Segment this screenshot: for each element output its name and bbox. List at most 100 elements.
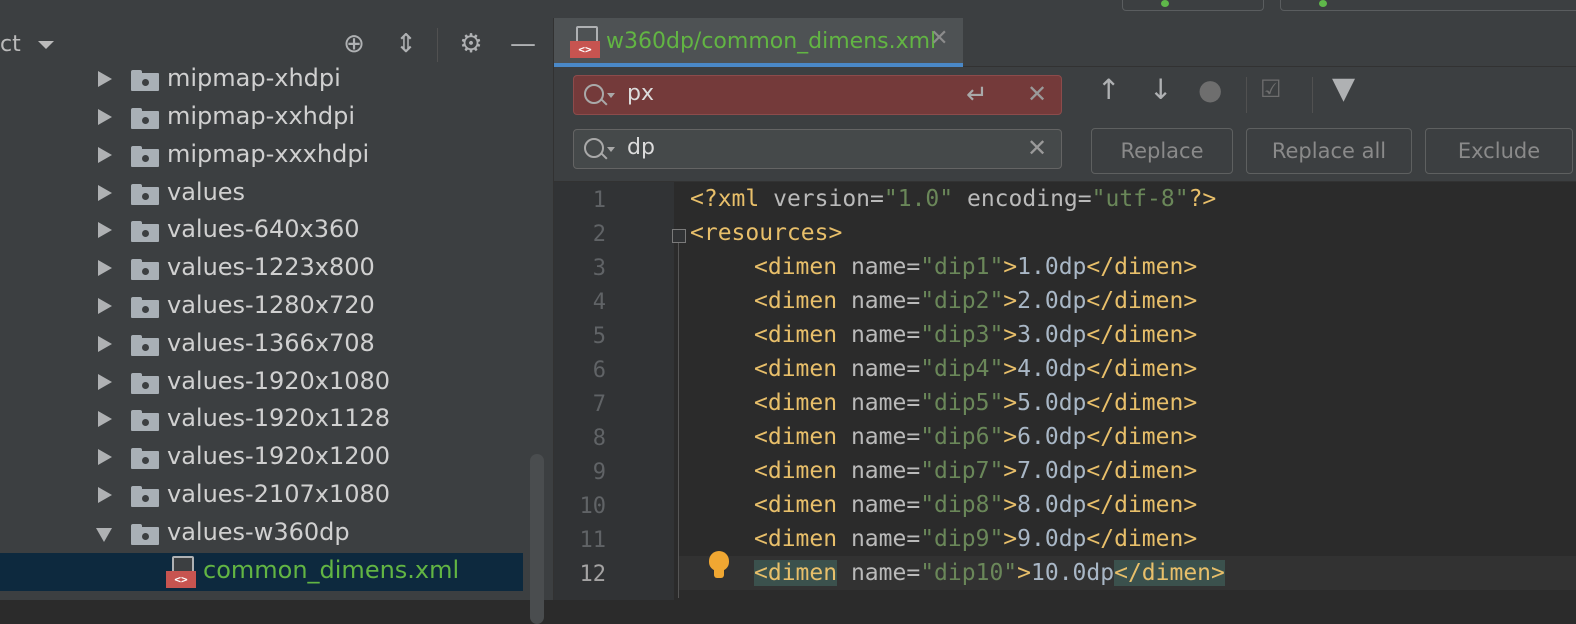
toolbar-run-config[interactable] [1122, 0, 1264, 11]
code-line[interactable]: <dimen name="dip1">1.0dp</dimen> [754, 254, 1197, 280]
search-value: px [627, 81, 654, 106]
code-line[interactable]: <?xml version="1.0" encoding="utf-8"?> [690, 186, 1216, 212]
expand-arrow-icon[interactable] [98, 185, 112, 201]
tree-folder-values-1920x1128[interactable]: values-1920x1128 [0, 401, 523, 439]
replace-button[interactable]: Replace [1091, 128, 1233, 174]
findbar-separator [1312, 77, 1313, 113]
clear-replace-icon[interactable]: ✕ [1027, 134, 1047, 162]
select-all-occurrences-icon[interactable]: ● [1198, 73, 1222, 106]
search-input[interactable]: px ↵ ✕ [573, 75, 1062, 115]
gear-icon[interactable]: ⚙ [455, 28, 487, 60]
line-number: 5 [592, 324, 606, 349]
tree-folder-values[interactable]: values [0, 175, 523, 213]
tree-folder-values-1920x1080[interactable]: values-1920x1080 [0, 364, 523, 402]
toolbar-device-selector[interactable] [1280, 0, 1576, 11]
replace-value: dp [627, 135, 655, 160]
tree-item-label: values [167, 178, 246, 206]
tree-folder-values-w360dp[interactable]: values-w360dp [0, 515, 523, 553]
expand-arrow-icon[interactable] [98, 109, 112, 125]
folder-icon [131, 448, 159, 469]
tree-folder-values-1280x720[interactable]: values-1280x720 [0, 288, 523, 326]
code-line[interactable]: <dimen name="dip4">4.0dp</dimen> [754, 356, 1197, 382]
tree-scrollbar[interactable] [530, 454, 544, 624]
code-line[interactable]: <resources> [690, 220, 842, 246]
expand-arrow-icon[interactable] [98, 147, 112, 163]
expand-arrow-icon[interactable] [98, 71, 112, 87]
tree-folder-values-640x360[interactable]: values-640x360 [0, 212, 523, 250]
folder-icon [131, 146, 159, 167]
code-line[interactable]: <dimen name="dip9">9.0dp</dimen> [754, 526, 1197, 552]
locate-file-icon[interactable]: ⊕ [338, 28, 370, 60]
line-number: 1 [592, 188, 606, 213]
enter-icon[interactable]: ↵ [966, 80, 988, 110]
tree-folder-values-1223x800[interactable]: values-1223x800 [0, 250, 523, 288]
tree-item-label: values-1920x1080 [167, 367, 391, 395]
tree-folder-values-1920x1200[interactable]: values-1920x1200 [0, 439, 523, 477]
tree-item-label: values-1920x1128 [167, 404, 391, 432]
in-selection-icon[interactable]: ☑ [1260, 75, 1282, 103]
code-line[interactable]: <dimen name="dip5">5.0dp</dimen> [754, 390, 1197, 416]
folder-icon [131, 335, 159, 356]
editor-tab-bar: <> w360dp/common_dimens.xml ✕ [554, 18, 1576, 67]
filter-icon[interactable]: ▼ [1332, 71, 1355, 106]
folder-icon [131, 373, 159, 394]
project-panel: ct ⊕ ⇕ ⚙ — mipmap-xhdpi mipmap-xxhdpi mi… [0, 18, 554, 624]
expand-arrow-icon[interactable] [98, 411, 112, 427]
tab-label: w360dp/common_dimens.xml [606, 29, 937, 54]
previous-occurrence-icon[interactable]: ↑ [1097, 73, 1120, 106]
expand-arrow-icon[interactable] [98, 298, 112, 314]
code-line[interactable]: <dimen name="dip3">3.0dp</dimen> [754, 322, 1197, 348]
folder-icon [131, 259, 159, 280]
code-line[interactable]: <dimen name="dip8">8.0dp</dimen> [754, 492, 1197, 518]
tree-folder-mipmap-xhdpi[interactable]: mipmap-xhdpi [0, 61, 523, 99]
lightbulb-icon[interactable] [709, 551, 729, 571]
editor-tab[interactable]: <> w360dp/common_dimens.xml ✕ [554, 18, 963, 67]
close-icon[interactable]: ✕ [930, 26, 948, 51]
editor-area: <> w360dp/common_dimens.xml ✕ px ↵ ✕ dp … [554, 18, 1576, 600]
search-icon [584, 84, 604, 104]
tree-item-label: mipmap-xxhdpi [167, 102, 356, 130]
hide-panel-icon[interactable]: — [507, 28, 539, 60]
expand-arrow-icon[interactable] [98, 336, 112, 352]
tree-item-label: values-1366x708 [167, 329, 375, 357]
line-number: 9 [592, 460, 606, 485]
line-number: 6 [592, 358, 606, 383]
find-replace-bar: px ↵ ✕ dp ✕ ↑ ↓ ● ☑ ▼ Replace Replace al… [554, 67, 1576, 182]
tree-folder-mipmap-xxxhdpi[interactable]: mipmap-xxxhdpi [0, 137, 523, 175]
fold-marker-icon[interactable] [672, 229, 686, 243]
tree-item-label: values-1920x1200 [167, 442, 391, 470]
code-line[interactable]: <dimen name="dip2">2.0dp</dimen> [754, 288, 1197, 314]
expand-arrow-icon[interactable] [98, 449, 112, 465]
tree-item-label: mipmap-xhdpi [167, 64, 341, 92]
tree-folder-values-1366x708[interactable]: values-1366x708 [0, 326, 523, 364]
clear-search-icon[interactable]: ✕ [1027, 80, 1047, 108]
code-line[interactable]: <dimen name="dip7">7.0dp</dimen> [754, 458, 1197, 484]
expand-arrow-icon[interactable] [98, 222, 112, 238]
tree-item-label: mipmap-xxxhdpi [167, 140, 370, 168]
collapse-arrow-icon[interactable] [96, 528, 112, 542]
expand-arrow-icon[interactable] [98, 487, 112, 503]
history-dropdown-icon[interactable] [607, 147, 615, 152]
top-toolbar-strip [0, 0, 1576, 19]
toolbar-separator [437, 28, 438, 62]
fold-guide [678, 243, 679, 598]
project-view-selector[interactable]: ct [0, 32, 54, 57]
expand-arrow-icon[interactable] [98, 374, 112, 390]
code-line[interactable]: <dimen name="dip6">6.0dp</dimen> [754, 424, 1197, 450]
exclude-button[interactable]: Exclude [1425, 128, 1573, 174]
replace-all-button[interactable]: Replace all [1246, 128, 1412, 174]
collapse-all-icon[interactable]: ⇕ [390, 28, 422, 60]
code-line-current[interactable]: <dimen name="dip10">10.0dp</dimen> [754, 560, 1225, 586]
next-occurrence-icon[interactable]: ↓ [1149, 73, 1172, 106]
tree-item-label: values-w360dp [167, 518, 350, 546]
folder-icon [131, 524, 159, 545]
expand-arrow-icon[interactable] [98, 260, 112, 276]
line-number: 4 [592, 290, 606, 315]
tree-folder-mipmap-xxhdpi[interactable]: mipmap-xxhdpi [0, 99, 523, 137]
history-dropdown-icon[interactable] [607, 93, 615, 98]
tree-folder-values-2107x1080[interactable]: values-2107x1080 [0, 477, 523, 515]
folder-icon [131, 108, 159, 129]
replace-input[interactable]: dp ✕ [573, 129, 1062, 169]
tree-file-common-dimens[interactable]: <> common_dimens.xml [0, 553, 523, 591]
line-number: 8 [592, 426, 606, 451]
